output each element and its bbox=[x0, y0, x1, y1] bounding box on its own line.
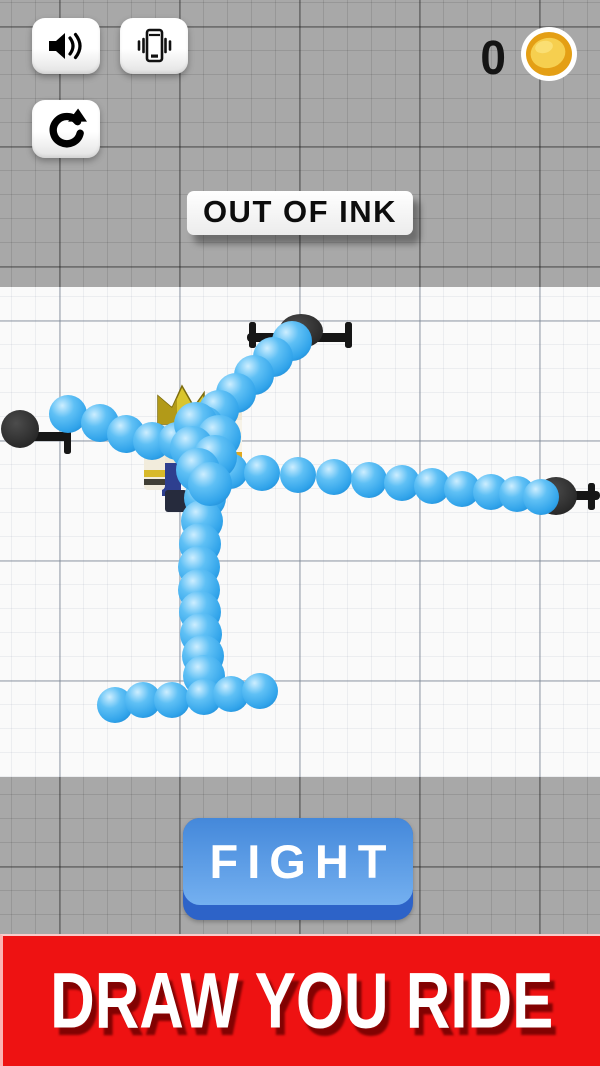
restart-arrow-icon bbox=[45, 108, 87, 150]
fight-button-label: FIGHT bbox=[183, 818, 413, 905]
sound-button[interactable] bbox=[32, 18, 100, 74]
game-screen: 0 OUT OF INK bbox=[0, 0, 600, 1066]
gold-coin-icon bbox=[520, 26, 578, 87]
out-of-ink-banner: OUT OF INK bbox=[187, 191, 413, 235]
ink-chain-vertical-arm bbox=[178, 477, 226, 697]
ink-chain-right-arm bbox=[212, 453, 559, 515]
coin-counter: 0 bbox=[480, 26, 578, 87]
ad-banner-text: DRAW YOU RIDE bbox=[50, 956, 553, 1046]
speaker-icon bbox=[46, 29, 86, 63]
vibrate-button[interactable] bbox=[120, 18, 188, 74]
phone-vibrate-icon bbox=[134, 27, 174, 65]
ad-banner[interactable]: DRAW YOU RIDE bbox=[0, 934, 600, 1066]
coin-count: 0 bbox=[480, 32, 506, 80]
player-drawing bbox=[0, 287, 600, 777]
restart-button[interactable] bbox=[32, 100, 100, 158]
fight-button[interactable]: FIGHT bbox=[183, 818, 413, 920]
drawing-canvas[interactable] bbox=[0, 287, 600, 777]
